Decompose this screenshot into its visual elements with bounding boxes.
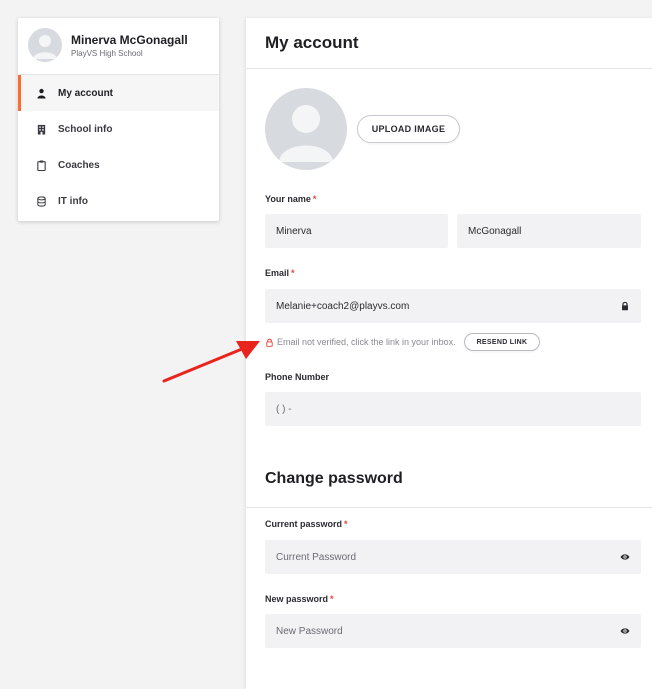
last-name-value: McGonagall bbox=[468, 225, 522, 237]
profile-image bbox=[265, 88, 347, 170]
sidebar-item-my-account[interactable]: My account bbox=[18, 75, 219, 111]
sidebar-item-label: School info bbox=[58, 123, 113, 135]
avatar-placeholder-icon bbox=[33, 35, 57, 59]
sidebar-item-school-info[interactable]: School info bbox=[18, 111, 219, 147]
email-label-text: Email bbox=[265, 268, 290, 278]
person-icon bbox=[36, 88, 47, 99]
current-password-label-text: Current password bbox=[265, 519, 343, 529]
avatar-placeholder-icon bbox=[279, 105, 333, 162]
divider bbox=[246, 507, 652, 508]
building-icon bbox=[36, 124, 47, 135]
email-input[interactable]: Melanie+coach2@playvs.com bbox=[265, 289, 641, 323]
email-label: Email * bbox=[265, 268, 295, 278]
verification-message: Email not verified, click the link in yo… bbox=[277, 337, 456, 347]
change-password-title: Change password bbox=[265, 470, 403, 487]
last-name-input[interactable]: McGonagall bbox=[457, 214, 641, 248]
eye-icon[interactable] bbox=[620, 552, 630, 562]
profile-name: Minerva McGonagall bbox=[71, 33, 188, 47]
eye-icon[interactable] bbox=[620, 626, 630, 636]
email-verification-notice: Email not verified, click the link in yo… bbox=[265, 332, 541, 352]
profile-header: Minerva McGonagall PlayVS High School bbox=[18, 18, 219, 75]
page-title: My account bbox=[265, 33, 359, 52]
current-password-placeholder: Current Password bbox=[276, 551, 357, 563]
sidebar-item-label: Coaches bbox=[58, 159, 100, 171]
lock-icon bbox=[620, 301, 630, 311]
phone-value: ( ) - bbox=[276, 403, 292, 415]
sidebar-item-label: IT info bbox=[58, 195, 88, 207]
required-mark: * bbox=[330, 594, 334, 604]
name-label: Your name * bbox=[265, 194, 316, 204]
new-password-input[interactable]: New Password bbox=[265, 614, 641, 648]
email-value: Melanie+coach2@playvs.com bbox=[276, 300, 410, 312]
sidebar: Minerva McGonagall PlayVS High School My… bbox=[18, 18, 219, 221]
database-icon bbox=[36, 195, 47, 207]
upload-image-button[interactable]: UPLOAD IMAGE bbox=[357, 115, 460, 143]
sidebar-item-it-info[interactable]: IT info bbox=[18, 183, 219, 219]
new-password-label: New password * bbox=[265, 594, 334, 604]
account-panel: My account UPLOAD IMAGE Your name * Miner… bbox=[246, 18, 652, 689]
annotation-arrow-icon bbox=[162, 341, 260, 383]
new-password-placeholder: New Password bbox=[276, 625, 343, 637]
phone-label: Phone Number bbox=[265, 372, 330, 382]
avatar bbox=[28, 28, 62, 62]
required-mark: * bbox=[291, 268, 295, 278]
new-password-label-text: New password bbox=[265, 594, 329, 604]
first-name-value: Minerva bbox=[276, 225, 312, 237]
required-mark: * bbox=[344, 519, 348, 529]
first-name-input[interactable]: Minerva bbox=[265, 214, 448, 248]
sidebar-item-coaches[interactable]: Coaches bbox=[18, 147, 219, 183]
current-password-label: Current password * bbox=[265, 519, 348, 529]
sidebar-item-label: My account bbox=[58, 87, 114, 99]
profile-school: PlayVS High School bbox=[71, 49, 143, 58]
phone-input[interactable]: ( ) - bbox=[265, 392, 641, 426]
divider bbox=[246, 68, 652, 69]
lock-icon bbox=[265, 338, 274, 347]
resend-link-button[interactable]: RESEND LINK bbox=[463, 333, 541, 351]
required-mark: * bbox=[312, 194, 317, 204]
current-password-input[interactable]: Current Password bbox=[265, 540, 641, 574]
name-label-text: Your name bbox=[265, 194, 311, 204]
clipboard-icon bbox=[36, 160, 47, 171]
